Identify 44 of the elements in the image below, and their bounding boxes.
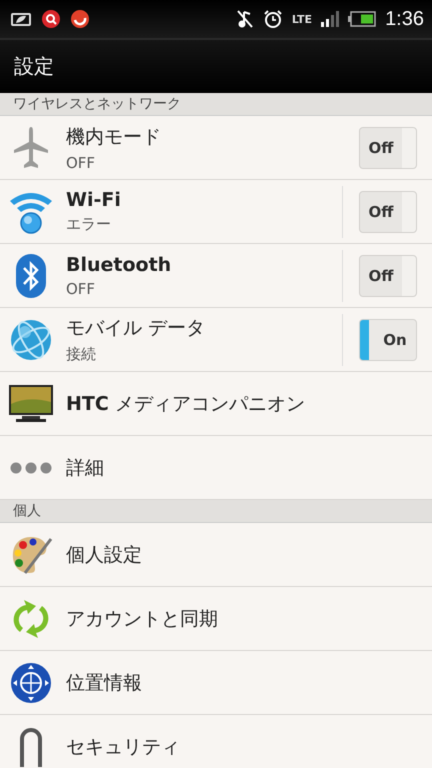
more-icon — [9, 462, 53, 474]
item-title: 個人設定 — [66, 542, 143, 568]
search-icon — [41, 9, 61, 29]
settings-item[interactable]: 個人設定 — [0, 523, 432, 587]
signal-icon — [321, 11, 340, 27]
settings-item[interactable]: アカウントと同期 — [0, 587, 432, 651]
location-icon — [10, 662, 52, 704]
leaf-icon — [10, 11, 32, 27]
toggle-switch[interactable]: Off — [359, 254, 417, 296]
item-title: アカウントと同期 — [66, 606, 219, 632]
settings-item[interactable]: 位置情報 — [0, 651, 432, 715]
alarm-icon — [262, 9, 283, 29]
monitor-icon — [8, 384, 54, 424]
toggle-switch[interactable]: Off — [359, 126, 417, 168]
item-title: 機内モード — [66, 124, 162, 150]
section-title: ワイヤレスとネットワーク — [13, 95, 181, 113]
settings-item[interactable]: Bluetooth OFF Off — [0, 244, 432, 308]
item-title: HTC メディアコンパニオン — [66, 392, 306, 416]
settings-item[interactable]: Wi-Fi エラー Off — [0, 180, 432, 244]
section-title: 個人 — [13, 502, 41, 520]
settings-item[interactable]: モバイル データ 接続 On — [0, 308, 432, 372]
window-title: 設定 — [14, 53, 54, 80]
item-status: エラー — [66, 215, 112, 234]
settings-item[interactable]: 機内モード OFF Off — [0, 116, 432, 180]
item-status: 接続 — [66, 345, 97, 364]
network-type: LTE — [292, 12, 312, 26]
settings-item[interactable]: セキュリティ — [0, 715, 432, 768]
toggle-switch[interactable]: Off — [359, 190, 417, 232]
item-title: 位置情報 — [66, 670, 143, 696]
item-title: セキュリティ — [66, 734, 181, 760]
item-title: Wi-Fi — [66, 189, 122, 211]
muted-note-icon — [236, 9, 254, 29]
item-status: OFF — [66, 154, 96, 172]
bluetooth-icon — [15, 252, 47, 298]
globe-icon — [9, 318, 53, 362]
settings-item[interactable]: HTC メディアコンパニオン — [0, 372, 432, 436]
item-status: OFF — [66, 280, 96, 298]
clock: 1:36 — [385, 8, 424, 30]
battery-icon — [348, 11, 376, 27]
airplane-icon — [13, 126, 49, 170]
item-title: モバイル データ — [66, 316, 206, 341]
item-title: Bluetooth — [66, 254, 172, 276]
item-title: 詳細 — [66, 456, 105, 480]
toggle-switch[interactable]: On — [359, 318, 417, 360]
